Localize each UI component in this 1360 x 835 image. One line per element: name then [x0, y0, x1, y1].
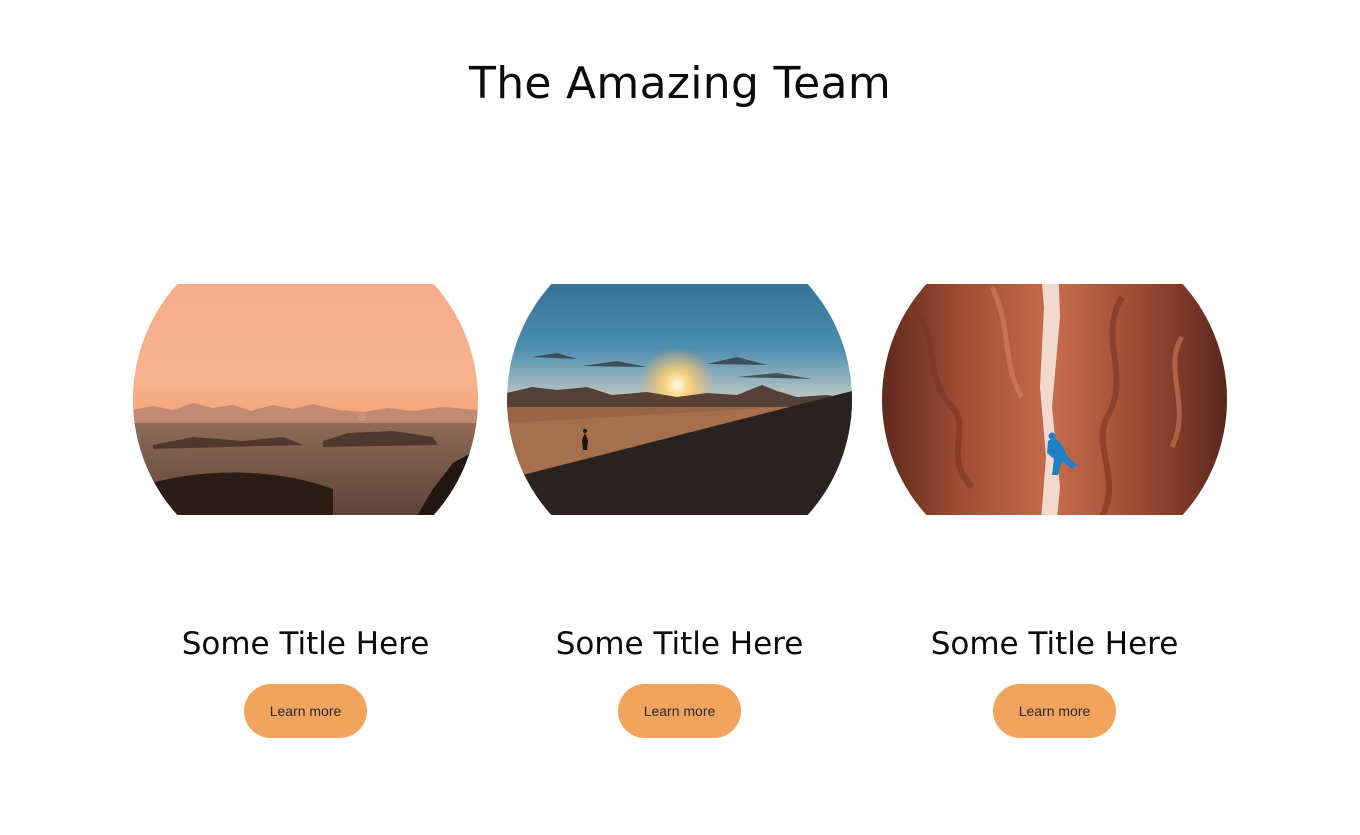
card-image-frame	[882, 284, 1227, 515]
card-image-frame	[133, 284, 478, 515]
card-title: Some Title Here	[555, 626, 804, 662]
card-title: Some Title Here	[930, 626, 1179, 662]
team-card: Some Title Here Learn more	[133, 284, 478, 738]
team-card: Some Title Here Learn more	[882, 284, 1227, 738]
learn-more-button[interactable]: Learn more	[244, 684, 367, 738]
learn-more-button[interactable]: Learn more	[618, 684, 741, 738]
desert-sunset-photo	[133, 284, 478, 515]
canyon-climber-photo	[882, 284, 1227, 515]
card-title: Some Title Here	[181, 626, 430, 662]
dune-hiker-sunrise-photo	[507, 284, 852, 515]
card-image-frame	[507, 284, 852, 515]
learn-more-button[interactable]: Learn more	[993, 684, 1116, 738]
team-card: Some Title Here Learn more	[507, 284, 852, 738]
page-title: The Amazing Team	[469, 58, 891, 109]
